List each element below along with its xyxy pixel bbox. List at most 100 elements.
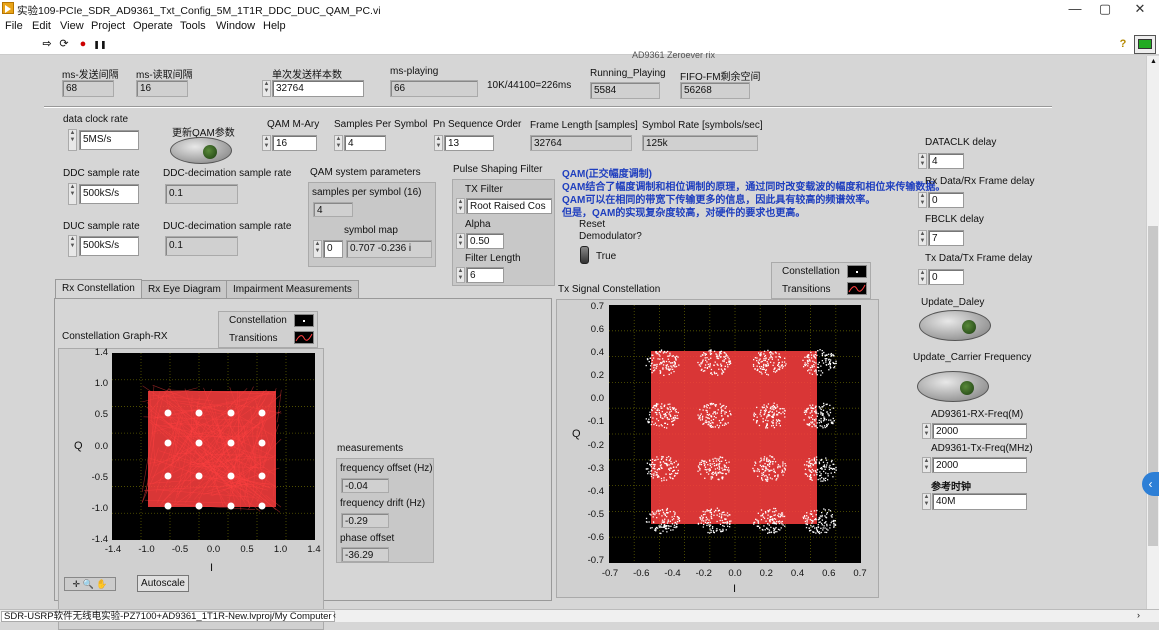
data-clock-spinner[interactable]: ▲▼ [68,129,77,151]
tx-constellation-plot[interactable] [609,305,861,563]
scroll-thumb[interactable] [1148,226,1158,546]
toolbar: ⇨ ⟳ ● ❚❚ ? [0,35,1159,55]
tx-y-tick-label: -0.6 [578,532,604,543]
run-continuously-icon[interactable]: ⟳ [57,38,71,51]
ddc-sample-rate-spinner[interactable]: ▲▼ [68,183,77,205]
update-carrier-button[interactable] [917,371,989,402]
tx-frame-delay-control[interactable]: 0 [928,269,964,285]
tx-transitions [651,351,817,524]
tx-y-tick-label: 0.6 [578,324,604,335]
maximize-button[interactable]: ▢ [1090,0,1120,18]
scroll-right-icon[interactable]: › [1137,610,1140,620]
tx-freq-control[interactable]: 2000 [932,457,1027,473]
tx-filter-ring[interactable]: Root Raised Cos [466,198,552,214]
samples-per-send-label: 单次发送样本数 [272,66,342,81]
tx-x-tick-label: 0.4 [788,568,808,579]
tx-filter-spinner[interactable]: ▲▼ [456,198,465,214]
ref-clock-spinner[interactable]: ▲▼ [922,493,931,510]
tab-rx-eye-diagram[interactable]: Rx Eye Diagram [141,280,228,299]
run-arrow-icon[interactable]: ⇨ [40,38,54,51]
rx-frame-delay-spinner[interactable]: ▲▼ [918,192,927,208]
ddc-sample-rate-label: DDC sample rate [63,168,140,179]
qam-mary-spinner[interactable]: ▲▼ [262,135,271,151]
pause-icon[interactable]: ❚❚ [93,38,107,51]
ddc-sample-rate-ring[interactable]: 500kS/s [79,184,139,204]
legend-constellation-swatch [294,314,314,327]
menu-view[interactable]: View [60,20,84,32]
menu-window[interactable]: Window [216,20,255,32]
menu-tools[interactable]: Tools [180,20,206,32]
rx-freq-control[interactable]: 2000 [932,423,1027,439]
tx-y-tick-label: 0.2 [578,370,604,381]
filter-length-control[interactable]: 6 [466,267,504,283]
sps-control[interactable]: 4 [344,135,386,151]
tx-freq-spinner[interactable]: ▲▼ [922,457,931,473]
data-clock-ring[interactable]: 5MS/s [79,130,139,150]
qam-system-label: QAM system parameters [310,167,421,178]
rx-symbol [259,440,266,447]
alpha-control[interactable]: 0.50 [466,233,504,249]
front-panel: AD9361 Zeroever rix ms-发送间隔 68 ms-读取间隔 1… [0,56,1146,609]
rx-symbol [196,503,203,510]
minimize-button[interactable]: — [1060,0,1090,18]
duc-sample-rate-spinner[interactable]: ▲▼ [68,235,77,257]
pn-order-spinner[interactable]: ▲▼ [434,135,443,151]
psf-cluster: TX Filter ▲▼ Root Raised Cos Alpha ▲▼ 0.… [452,179,555,286]
rx-frame-delay-control[interactable]: 0 [928,192,964,208]
symbol-map-index[interactable]: 0 [323,240,343,258]
fbclk-delay-spinner[interactable]: ▲▼ [918,230,927,246]
vertical-scrollbar[interactable]: ▲ [1146,56,1159,609]
samples-per-send-control[interactable]: 32764 [272,80,364,97]
legend-constellation: Constellation [782,266,840,277]
section-divider [44,106,1052,108]
scroll-left-icon[interactable]: ‹ [333,610,336,620]
rx-plot-legend: Constellation Transitions [218,311,318,348]
ref-clock-label: 参考时钟 [931,478,971,493]
ratio-note: 10K/44100=226ms [487,80,571,91]
rx-constellation-plot[interactable] [112,353,315,540]
filter-length-spinner[interactable]: ▲▼ [456,267,465,283]
send-interval-indicator: 68 [62,80,114,97]
scroll-up-icon[interactable]: ▲ [1150,58,1157,65]
rx-x-tick-label: 1.0 [271,544,291,555]
graph-palette-icon[interactable]: ✛ 🔍 ✋ [64,577,116,591]
rx-symbol [196,473,203,480]
rx-freq-spinner[interactable]: ▲▼ [922,423,931,439]
qam-sps-label: samples per symbol (16) [312,187,421,198]
labview-vi-icon [2,2,14,14]
menu-edit[interactable]: Edit [32,20,51,32]
duc-decimation-label: DUC-decimation sample rate [163,221,291,232]
project-path: SDR-USRP软件无线电实验-PZ7100+AD9361_1T1R-New.l… [1,611,335,622]
alpha-spinner[interactable]: ▲▼ [456,233,465,249]
ref-clock-control[interactable]: 40M [932,493,1027,510]
autoscale-button[interactable]: Autoscale [137,575,189,592]
symbol-map-index-spinner[interactable]: ▲▼ [313,240,322,258]
fbclk-delay-control[interactable]: 7 [928,230,964,246]
menu-help[interactable]: Help [263,20,286,32]
duc-sample-rate-ring[interactable]: 500kS/s [79,236,139,256]
qam-mary-control[interactable]: 16 [272,135,317,151]
abort-icon[interactable]: ● [76,38,90,51]
menu-operate[interactable]: Operate [133,20,173,32]
menu-project[interactable]: Project [91,20,125,32]
rx-symbol [228,410,235,417]
close-button[interactable]: ✕ [1125,0,1155,18]
tx-x-tick-label: -0.6 [631,568,651,579]
pn-order-control[interactable]: 13 [444,135,494,151]
menu-file[interactable]: File [5,20,23,32]
tab-impairment-measurements[interactable]: Impairment Measurements [226,280,359,299]
update-qam-button[interactable] [170,137,232,164]
sps-spinner[interactable]: ▲▼ [334,135,343,151]
tab-rx-constellation[interactable]: Rx Constellation [55,279,142,299]
context-help-icon[interactable]: ? [1116,38,1130,51]
reset-demod-toggle[interactable] [580,246,589,264]
dataclk-delay-spinner[interactable]: ▲▼ [918,153,927,169]
samples-per-send-spinner[interactable]: ▲▼ [262,80,271,97]
phase-offset-indicator: -36.29 [341,547,389,562]
side-expand-icon[interactable]: ‹ [1142,472,1159,496]
tx-frame-delay-spinner[interactable]: ▲▼ [918,269,927,285]
dataclk-delay-control[interactable]: 4 [928,153,964,169]
update-delay-button[interactable] [919,310,991,341]
title-bar: 实验109-PCIe_SDR_AD9361_Txt_Config_5M_1T1R… [0,0,1159,18]
send-interval-label: ms-发送间隔 [62,66,119,81]
